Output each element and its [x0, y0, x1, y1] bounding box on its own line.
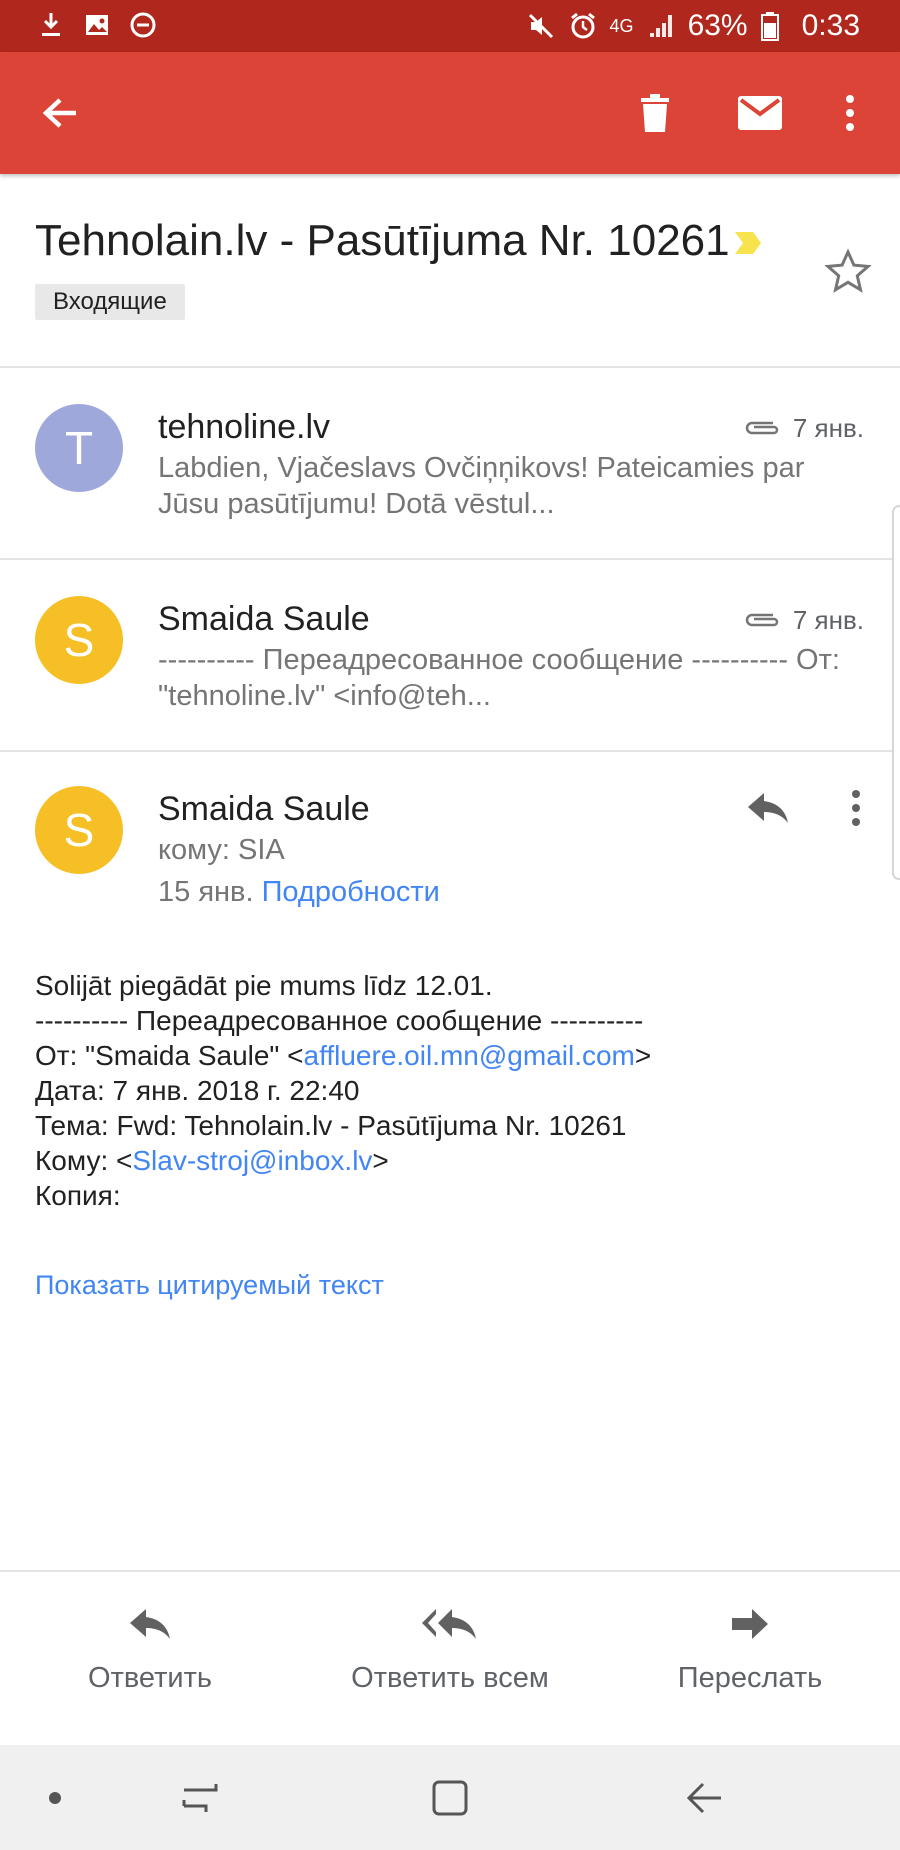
message-date: 7 янв. — [792, 413, 864, 443]
to-email-link[interactable]: Slav-stroj@inbox.lv — [132, 1145, 372, 1176]
reply-button-header[interactable] — [740, 780, 796, 836]
avatar: S — [35, 786, 123, 874]
reply-all-icon — [422, 1609, 476, 1639]
collapsed-message[interactable]: T tehnoline.lv 7 янв. Labdien, Vjačeslav… — [0, 368, 900, 560]
scrollbar[interactable] — [892, 505, 900, 880]
show-quoted-text-link[interactable]: Показать цитируемый текст — [35, 1268, 384, 1302]
reply-icon — [130, 1609, 170, 1639]
forward-date-line: Дата: 7 янв. 2018 г. 22:40 — [35, 1075, 360, 1106]
nav-dot-button[interactable] — [30, 1745, 80, 1850]
reply-icon — [748, 793, 788, 823]
forward-to-prefix: Кому: < — [35, 1145, 133, 1176]
action-bar: Ответить Ответить всем Переслать — [0, 1570, 900, 1745]
do-not-disturb-icon — [128, 10, 158, 40]
attachment-icon — [745, 613, 779, 627]
status-bar: 4G 63% 0:33 — [0, 0, 900, 52]
message-date-line: 15 янв. Подробности — [158, 874, 440, 910]
details-link[interactable]: Подробности — [262, 876, 440, 908]
reply-button[interactable]: Ответить — [20, 1602, 280, 1696]
reply-all-label: Ответить всем — [351, 1662, 549, 1694]
message-sender: Smaida Saule — [158, 790, 370, 828]
network-type: 4G — [609, 16, 634, 36]
delete-button[interactable] — [620, 52, 690, 174]
mute-icon — [526, 11, 556, 41]
message-sender: tehnoline.lv — [158, 408, 331, 446]
back-arrow-icon — [42, 98, 76, 128]
forward-subject-line: Тема: Fwd: Tehnolain.lv - Pasūtījuma Nr.… — [35, 1110, 627, 1141]
forward-from-line: От: "Smaida Saule" <affluere.oil.mn@gmai… — [35, 1038, 875, 1073]
system-nav-bar — [0, 1745, 900, 1850]
forward-cc-line: Копия: — [35, 1180, 121, 1211]
clock: 0:33 — [801, 9, 860, 42]
message-snippet: ---------- Переадресованное сообщение --… — [158, 644, 840, 712]
message-snippet: Labdien, Vjačeslavs Ovčiņņikovs! Pateica… — [158, 452, 805, 520]
app-bar — [0, 52, 900, 174]
recent-apps-button[interactable] — [170, 1745, 230, 1850]
message-date-group: 7 янв. — [743, 412, 864, 444]
download-icon — [36, 10, 66, 40]
forward-to-suffix: > — [372, 1145, 389, 1176]
importance-marker-icon[interactable] — [733, 228, 763, 258]
label-chip-inbox[interactable]: Входящие — [35, 284, 185, 320]
forward-from-prefix: От: "Smaida Saule" < — [35, 1040, 304, 1071]
nav-back-button[interactable] — [675, 1745, 735, 1850]
forward-separator: ---------- Переадресованное сообщение --… — [35, 1005, 644, 1036]
body-line: Solijāt piegādāt pie mums līdz 12.01. — [35, 970, 493, 1001]
message-date-group: 7 янв. — [743, 604, 864, 636]
attachment-icon — [745, 421, 779, 435]
back-button[interactable] — [24, 52, 96, 174]
signal-icon — [646, 11, 676, 41]
home-button[interactable] — [420, 1745, 480, 1850]
recent-apps-icon — [182, 1783, 218, 1812]
battery-icon — [760, 11, 790, 41]
more-options-button[interactable] — [820, 52, 880, 174]
expanded-message-header[interactable]: S Smaida Saule кому: SIA 15 янв. Подробн… — [0, 750, 900, 930]
avatar: S — [35, 596, 123, 684]
forward-icon — [732, 1609, 768, 1639]
forward-label: Переслать — [677, 1662, 823, 1694]
message-body: Solijāt piegādāt pie mums līdz 12.01. --… — [35, 968, 875, 1213]
more-vert-icon — [852, 790, 860, 826]
image-icon — [82, 10, 112, 40]
message-sender: Smaida Saule — [158, 600, 370, 638]
collapsed-message[interactable]: S Smaida Saule 7 янв. ---------- Переадр… — [0, 560, 900, 752]
message-date: 15 янв. — [158, 876, 254, 908]
star-outline-icon — [824, 248, 872, 293]
delete-icon — [641, 94, 669, 132]
forward-button[interactable]: Переслать — [620, 1602, 880, 1696]
alarm-icon — [568, 11, 598, 41]
thread-header: Tehnolain.lv - Pasūtījuma Nr. 10261 Вход… — [0, 174, 900, 368]
forward-to-line: Кому: <Slav-stroj@inbox.lv> — [35, 1143, 875, 1178]
mark-unread-icon — [738, 96, 782, 130]
avatar: T — [35, 404, 123, 492]
recipient-line: кому: SIA — [158, 834, 285, 866]
thread-subject: Tehnolain.lv - Pasūtījuma Nr. 10261 — [35, 216, 730, 265]
back-icon — [686, 1782, 721, 1813]
dot-icon — [49, 1791, 61, 1804]
reply-label: Ответить — [88, 1662, 212, 1694]
reply-all-button[interactable]: Ответить всем — [320, 1602, 580, 1696]
star-button[interactable] — [820, 244, 876, 300]
from-email-link[interactable]: affluere.oil.mn@gmail.com — [304, 1040, 635, 1071]
more-vert-icon — [846, 95, 854, 131]
mark-unread-button[interactable] — [720, 52, 800, 174]
message-date: 7 янв. — [792, 605, 864, 635]
forward-from-suffix: > — [634, 1040, 652, 1071]
message-more-button[interactable] — [836, 780, 876, 836]
battery-percent: 63% — [687, 9, 748, 42]
home-icon — [432, 1780, 468, 1815]
